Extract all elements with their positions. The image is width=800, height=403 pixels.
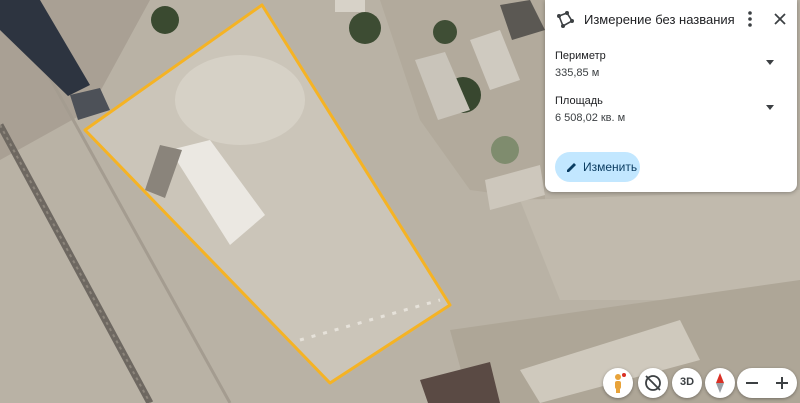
area-row[interactable]: Площадь 6 508,02 кв. м [555,95,780,129]
rotate-view-button[interactable] [638,368,668,398]
measurement-title: Измерение без названия [584,12,735,27]
tree [433,20,457,44]
tree [349,12,381,44]
compass-icon [716,373,724,393]
more-vert-icon [748,11,752,27]
terrain-patch [520,190,800,300]
plus-icon [776,377,788,389]
compass-button[interactable] [705,368,735,398]
close-button[interactable] [770,9,790,29]
area-value: 6 508,02 кв. м [555,112,626,124]
area-label: Площадь [555,95,603,107]
pegman-icon [615,373,626,393]
vegetation [491,136,519,164]
perimeter-row[interactable]: Периметр 335,85 м [555,50,780,84]
perimeter-value: 335,85 м [555,67,600,79]
perimeter-label: Периметр [555,50,606,62]
zoom-in-button[interactable] [767,368,797,398]
zoom-controls [737,368,797,398]
edit-button-label: Изменить [583,160,638,174]
measure-polygon-icon [555,10,575,30]
minus-icon [746,382,758,384]
tree [151,6,179,34]
panel-header: Измерение без названия [545,0,797,40]
measurement-panel: Измерение без названия Периметр 335,85 м… [545,0,797,192]
edit-button[interactable]: Изменить [555,152,640,182]
street-view-button[interactable] [603,368,633,398]
more-options-button[interactable] [742,8,758,30]
sand-pile [175,55,305,145]
3d-toggle-button[interactable]: 3D [672,368,702,398]
rotate-view-icon [645,375,661,391]
building-roof [335,0,365,12]
3d-label: 3D [679,376,695,388]
zoom-out-button[interactable] [737,368,767,398]
chevron-down-icon[interactable] [765,58,775,66]
chevron-down-icon[interactable] [765,103,775,111]
pencil-icon [567,163,576,172]
close-icon [774,13,786,25]
